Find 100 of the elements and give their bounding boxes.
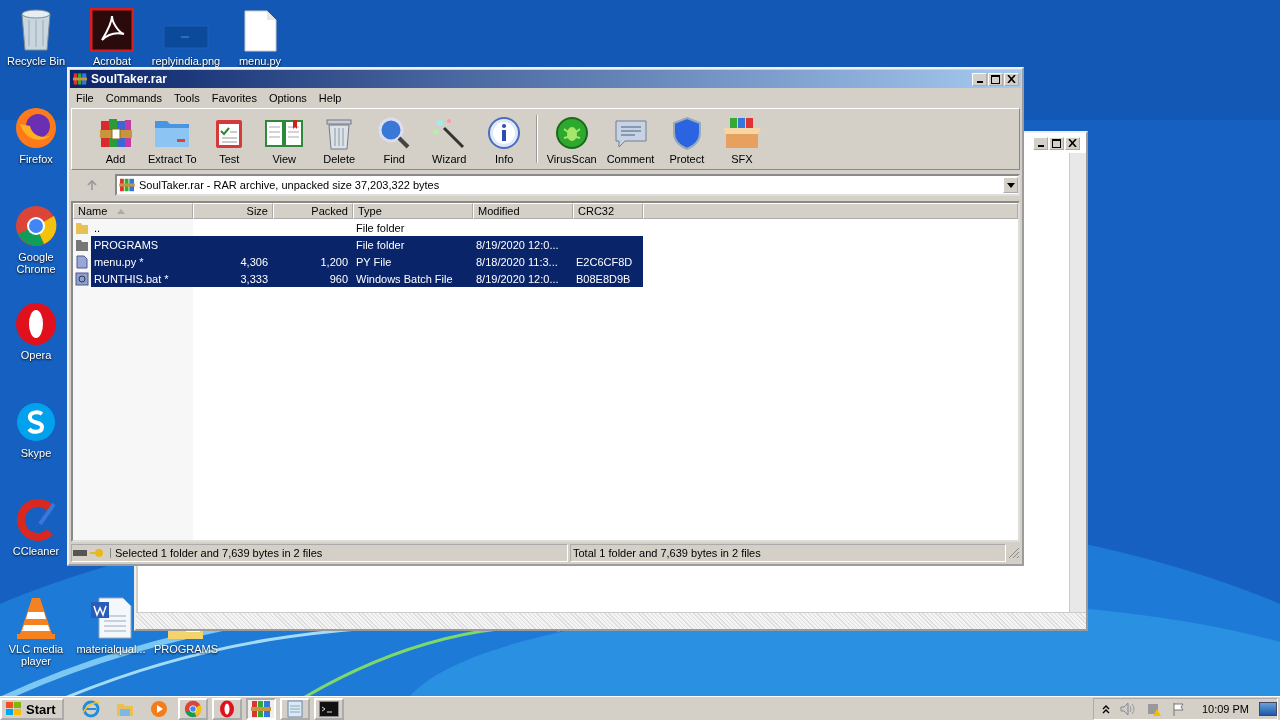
clipboard-icon	[214, 117, 245, 149]
toolbar-button[interactable]: Test	[201, 115, 257, 165]
toolbar-button[interactable]: Extract To	[143, 115, 202, 165]
book-icon	[264, 117, 305, 149]
minimize-button[interactable]	[972, 72, 987, 86]
notepad-icon	[286, 700, 303, 718]
toolbar-button[interactable]: Info	[476, 115, 532, 165]
folder-icon	[75, 237, 89, 252]
desktop-icon-label[interactable]: Opera	[20, 349, 52, 361]
file-icon	[75, 254, 89, 269]
show-desktop-button[interactable]	[1259, 702, 1277, 716]
drive-icon	[72, 548, 111, 558]
play-icon	[149, 700, 168, 718]
desktop-icon-label[interactable]: CCleaner	[12, 545, 60, 557]
search-icon	[377, 116, 412, 150]
desktop-icon-label[interactable]: Skype	[20, 447, 52, 459]
menu-item[interactable]: File	[76, 92, 94, 104]
scrollbar[interactable]	[1069, 153, 1086, 612]
terminal-icon	[318, 701, 339, 717]
close-button[interactable]	[1004, 72, 1019, 86]
minimize-button[interactable]	[1033, 136, 1048, 150]
resize-grip-icon[interactable]	[1008, 547, 1020, 559]
chrome-icon	[183, 700, 202, 718]
table-cell: PY File	[356, 255, 392, 268]
desktop-icon-label[interactable]: replyindia.png	[151, 55, 221, 67]
file-row[interactable]: PROGRAMS File folder 8/19/2020 12:0...	[91, 236, 643, 253]
column-header[interactable]: Type	[353, 203, 473, 219]
menu-item[interactable]: Options	[268, 92, 307, 104]
chevron-up-icon[interactable]	[1101, 704, 1110, 714]
flag-icon[interactable]	[1171, 702, 1186, 716]
toolbar-button[interactable]: Delete	[311, 115, 367, 165]
trash-can-icon	[324, 116, 355, 150]
column-header[interactable]: Modified	[473, 203, 573, 219]
magic-wand-icon	[432, 116, 467, 150]
table-cell: 1,200	[320, 255, 348, 268]
column-header[interactable]: Packed	[273, 203, 353, 219]
column-header[interactable]: Size	[193, 203, 273, 219]
toolbar-button[interactable]: Comment	[601, 115, 660, 165]
menu-item[interactable]: Favorites	[211, 92, 257, 104]
toolbar-button[interactable]: VirusScan	[541, 115, 602, 165]
scrollbar[interactable]	[136, 612, 1086, 629]
speaker-icon[interactable]	[1119, 702, 1136, 716]
bug-icon	[554, 116, 589, 150]
menu-item[interactable]: Help	[318, 92, 342, 104]
gear-file-icon	[75, 271, 89, 286]
toolbar-button[interactable]: Add	[88, 115, 143, 165]
file-row[interactable]: .. File folder	[91, 219, 643, 236]
word-document-icon	[89, 596, 133, 640]
comment-icon	[612, 117, 649, 149]
address-field[interactable]: SoulTaker.rar - RAR archive, unpacked size 37,203,322 bytes	[115, 174, 1020, 196]
clock[interactable]: 10:09 PM	[1201, 703, 1249, 715]
toolbar-button[interactable]: Wizard	[421, 115, 477, 165]
desktop-icon-label[interactable]: PROGRAMS	[153, 643, 219, 655]
taskbar-button[interactable]	[313, 698, 344, 720]
toolbar-button[interactable]: SFX	[714, 115, 770, 165]
books-icon	[98, 117, 133, 149]
box-icon	[721, 116, 762, 150]
chrome-icon	[14, 204, 58, 248]
column-header[interactable]: CRC32	[573, 203, 643, 219]
window-title: SoulTaker.rar	[91, 72, 168, 86]
close-button[interactable]	[1065, 136, 1080, 150]
toolbar-button[interactable]: Find	[366, 115, 422, 165]
start-button[interactable]: Start	[0, 698, 64, 720]
skype-icon	[14, 400, 58, 444]
table-cell: 8/18/2020 11:3...	[476, 255, 558, 268]
table-cell: Windows Batch File	[356, 272, 453, 285]
status-text: Total 1 folder and 7,639 bytes in 2 files	[573, 547, 761, 559]
desktop-icon-label[interactable]: materialqual...	[76, 643, 146, 655]
toolbar-button[interactable]: Protect	[659, 115, 715, 165]
opera-icon	[218, 700, 235, 718]
file-row[interactable]: menu.py * 4,306 1,200 PY File 8/18/2020 11:3... E2C6CF8D	[91, 253, 643, 270]
dropdown-button[interactable]	[1003, 177, 1018, 193]
sort-arrow-icon	[117, 208, 126, 214]
acrobat-icon	[90, 8, 134, 52]
desktop-icon-label[interactable]: menu.py	[238, 55, 282, 67]
menu-item[interactable]: Tools	[174, 92, 200, 104]
folder-icon	[75, 220, 89, 235]
folder-icon	[115, 701, 134, 717]
table-cell: 3,333	[240, 272, 268, 285]
desktop-icon-label[interactable]: VLC media player	[4, 643, 68, 667]
table-cell: File folder	[356, 238, 405, 251]
windows-logo-icon	[5, 701, 23, 717]
table-cell: 8/19/2020 12:0...	[476, 238, 559, 251]
column-header[interactable]: Name	[73, 203, 193, 219]
info-icon	[487, 116, 522, 150]
table-cell: RUNTHIS.bat *	[94, 272, 169, 285]
books-icon	[250, 700, 271, 718]
maximize-button[interactable]	[1049, 136, 1064, 150]
desktop-icon-label[interactable]: Acrobat	[93, 55, 131, 67]
caret-icon	[1006, 182, 1015, 188]
table-cell: 4,306	[240, 255, 268, 268]
ccleaner-icon	[14, 498, 58, 542]
desktop-icon-label[interactable]: Firefox	[19, 153, 53, 165]
file-row[interactable]: RUNTHIS.bat * 3,333 960 Windows Batch File 8/19/2020 12:0... B08E8D9B	[91, 270, 643, 287]
menu-item[interactable]: Commands	[105, 92, 162, 104]
desktop-icon-label[interactable]: Recycle Bin	[6, 55, 66, 67]
toolbar-button[interactable]: View	[256, 115, 312, 165]
table-cell: ..	[94, 221, 101, 234]
maximize-button[interactable]	[988, 72, 1003, 86]
desktop-icon-label[interactable]: Google Chrome	[4, 251, 68, 275]
